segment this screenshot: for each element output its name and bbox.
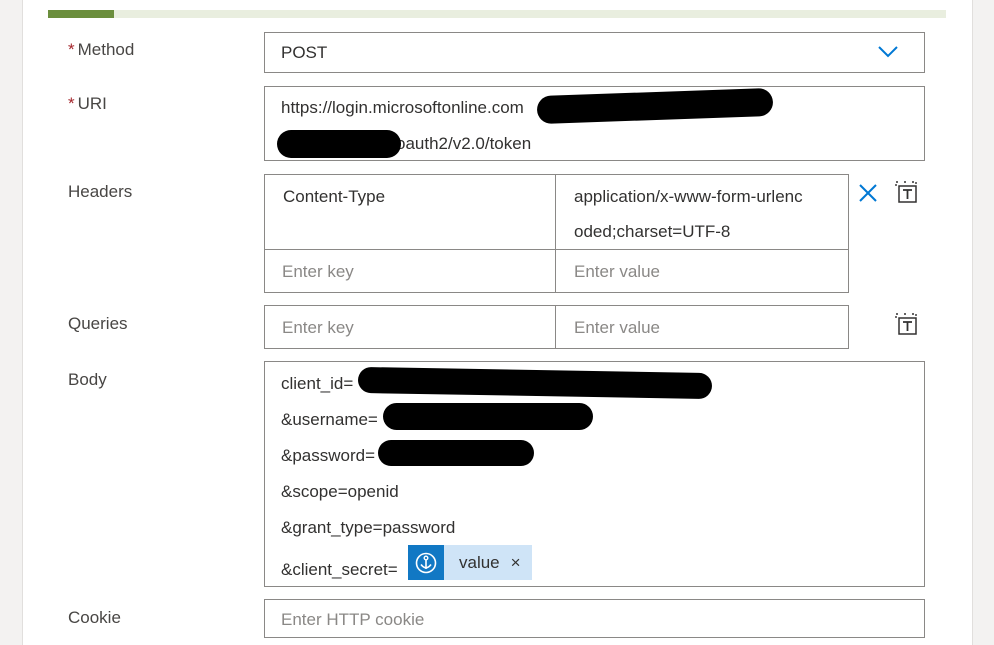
- cookie-label: Cookie: [68, 608, 121, 627]
- body-line-3: &password=: [281, 446, 376, 465]
- body-textarea[interactable]: client_id= &username= &password= &scope=…: [264, 361, 925, 587]
- uri-line-2: oauth2/v2.0/token: [396, 134, 532, 153]
- body-line-5: &grant_type=password: [281, 518, 456, 537]
- uri-label: * URI: [68, 94, 107, 113]
- method-dropdown[interactable]: POST: [264, 32, 925, 73]
- cookie-placeholder: Enter HTTP cookie: [281, 610, 425, 629]
- chevron-down-icon: [878, 46, 898, 58]
- delete-header-button[interactable]: [855, 180, 881, 206]
- body-line-2: &username=: [281, 410, 378, 429]
- dynamic-content-token[interactable]: value ×: [408, 545, 532, 580]
- query-key-placeholder: Enter key: [282, 318, 354, 337]
- header-value-placeholder: Enter value: [574, 262, 660, 281]
- switch-to-text-icon: [895, 181, 917, 203]
- switch-to-text-icon: [895, 313, 917, 335]
- header-key-placeholder: Enter key: [282, 262, 354, 281]
- card-top-accent: [48, 10, 114, 18]
- redaction-mark: [357, 366, 713, 400]
- header-key-cell[interactable]: Content-Type: [264, 174, 556, 250]
- body-label: Body: [68, 370, 107, 389]
- body-line-6: &client_secret=: [281, 560, 398, 579]
- query-value-input[interactable]: Enter value: [555, 305, 849, 349]
- uri-line-1: https://login.microsoftonline.com: [281, 98, 524, 117]
- header-value-cell[interactable]: application/x-www-form-urlenc oded;chars…: [555, 174, 849, 250]
- header-value-line-2: oded;charset=UTF-8: [574, 222, 731, 241]
- header-value-line-1: application/x-www-form-urlenc: [574, 187, 803, 206]
- redaction-mark: [383, 403, 593, 430]
- close-icon: [859, 184, 877, 202]
- query-key-input[interactable]: Enter key: [264, 305, 556, 349]
- text-mode-button[interactable]: [893, 179, 919, 205]
- queries-text-mode-button[interactable]: [893, 311, 919, 337]
- headers-label: Headers: [68, 182, 133, 201]
- header-key-input[interactable]: Enter key: [264, 249, 556, 293]
- remove-token-button[interactable]: ×: [511, 553, 521, 573]
- body-line-1: client_id=: [281, 374, 354, 393]
- header-value-input[interactable]: Enter value: [555, 249, 849, 293]
- redaction-mark: [378, 440, 534, 466]
- redaction-mark: [536, 87, 774, 125]
- method-label: * Method: [68, 40, 135, 59]
- query-value-placeholder: Enter value: [574, 318, 660, 337]
- token-label: value: [459, 552, 500, 572]
- header-key: Content-Type: [283, 187, 386, 206]
- body-line-4: &scope=openid: [281, 482, 399, 501]
- uri-input[interactable]: https://login.microsoftonline.com oauth2…: [264, 86, 925, 161]
- queries-label: Queries: [68, 314, 128, 333]
- card-top-bar: [48, 10, 946, 18]
- method-value: POST: [281, 43, 328, 62]
- anchor-icon: [408, 545, 444, 580]
- redaction-mark: [277, 130, 401, 158]
- cookie-input[interactable]: Enter HTTP cookie: [264, 599, 925, 638]
